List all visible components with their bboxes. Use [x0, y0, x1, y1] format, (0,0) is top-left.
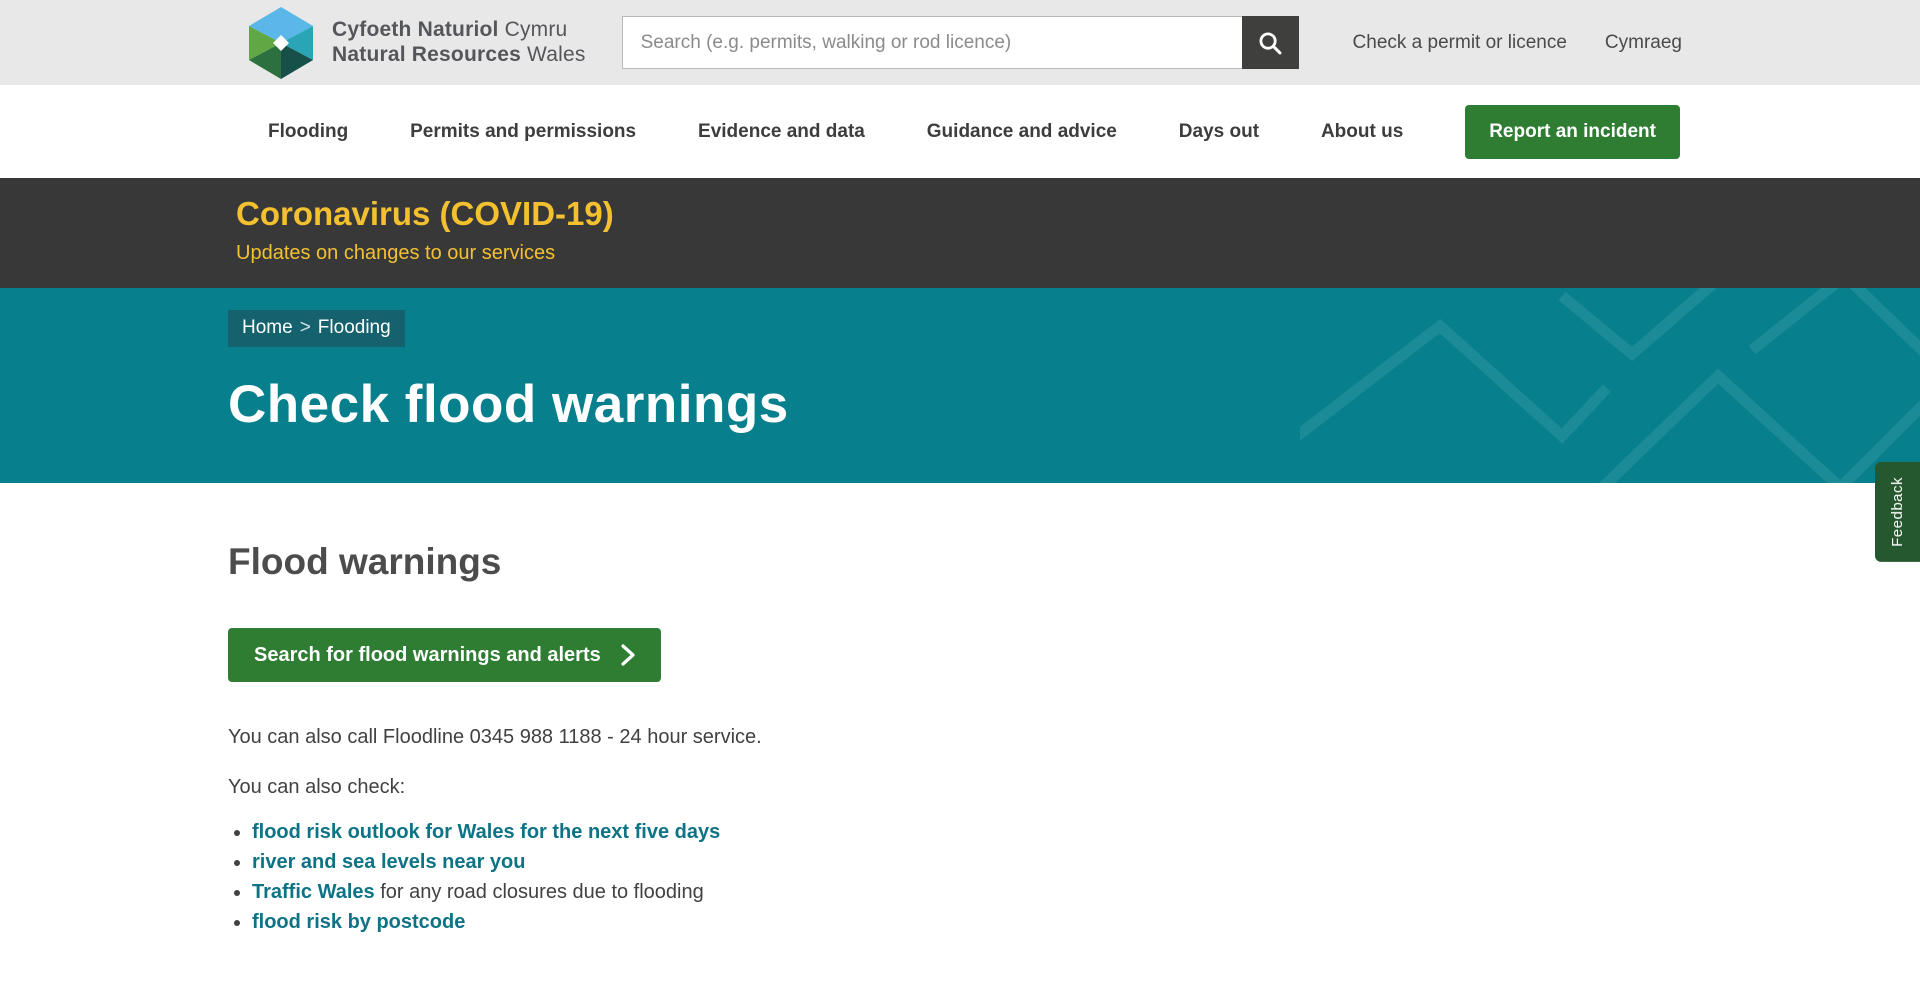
site-search [622, 16, 1299, 69]
list-item: flood risk by postcode [252, 911, 1692, 934]
site-header: Cyfoeth Naturiol Cymru Natural Resources… [0, 0, 1920, 85]
breadcrumb-flooding-link[interactable]: Flooding [318, 317, 391, 338]
check-intro-text: You can also check: [228, 776, 1692, 799]
flood-risk-outlook-link[interactable]: flood risk outlook for Wales for the nex… [252, 821, 720, 843]
search-icon [1257, 30, 1283, 56]
nav-item-evidence[interactable]: Evidence and data [698, 121, 865, 143]
cta-label: Search for flood warnings and alerts [254, 644, 601, 667]
nav-item-flooding[interactable]: Flooding [268, 121, 348, 143]
search-button[interactable] [1242, 16, 1299, 69]
page-title: Check flood warnings [228, 374, 1692, 435]
search-flood-warnings-button[interactable]: Search for flood warnings and alerts [228, 628, 661, 682]
covid-banner-subtitle-link[interactable]: Updates on changes to our services [236, 242, 1692, 265]
main-navigation: Flooding Permits and permissions Evidenc… [0, 85, 1920, 178]
list-item: flood risk outlook for Wales for the nex… [252, 821, 1692, 844]
covid-banner-title[interactable]: Coronavirus (COVID-19) [236, 195, 1692, 233]
check-links-list: flood risk outlook for Wales for the nex… [228, 821, 1692, 934]
list-item: Traffic Wales for any road closures due … [252, 881, 1692, 904]
breadcrumb: Home > Flooding [228, 310, 405, 347]
header-utility-links: Check a permit or licence Cymraeg [1353, 32, 1692, 54]
floodline-text: You can also call Floodline 0345 988 118… [228, 726, 1692, 749]
list-item: river and sea levels near you [252, 851, 1692, 874]
nrw-logo[interactable]: Cyfoeth Naturiol Cymru Natural Resources… [228, 5, 586, 81]
covid-banner: Coronavirus (COVID-19) Updates on change… [0, 178, 1920, 288]
nav-item-permits[interactable]: Permits and permissions [410, 121, 636, 143]
nrw-logo-text: Cyfoeth Naturiol Cymru Natural Resources… [332, 18, 586, 66]
nrw-logo-hexagon-icon [244, 5, 318, 81]
breadcrumb-separator: > [300, 317, 311, 338]
main-content: Flood warnings Search for flood warnings… [0, 483, 1920, 981]
breadcrumb-home-link[interactable]: Home [242, 317, 293, 338]
page-hero: Home > Flooding Check flood warnings [0, 288, 1920, 483]
list-item-suffix: for any road closures due to flooding [375, 881, 704, 903]
report-incident-button[interactable]: Report an incident [1465, 105, 1680, 159]
river-sea-levels-link[interactable]: river and sea levels near you [252, 851, 526, 873]
nav-item-about-us[interactable]: About us [1321, 121, 1403, 143]
traffic-wales-link[interactable]: Traffic Wales [252, 881, 375, 903]
check-permit-link[interactable]: Check a permit or licence [1353, 32, 1567, 54]
flood-warnings-heading: Flood warnings [228, 541, 1692, 583]
nav-item-guidance[interactable]: Guidance and advice [927, 121, 1117, 143]
chevron-right-icon [621, 643, 635, 667]
search-input[interactable] [622, 16, 1242, 69]
nav-item-days-out[interactable]: Days out [1179, 121, 1259, 143]
flood-risk-postcode-link[interactable]: flood risk by postcode [252, 911, 465, 933]
language-toggle-cymraeg[interactable]: Cymraeg [1605, 32, 1682, 54]
